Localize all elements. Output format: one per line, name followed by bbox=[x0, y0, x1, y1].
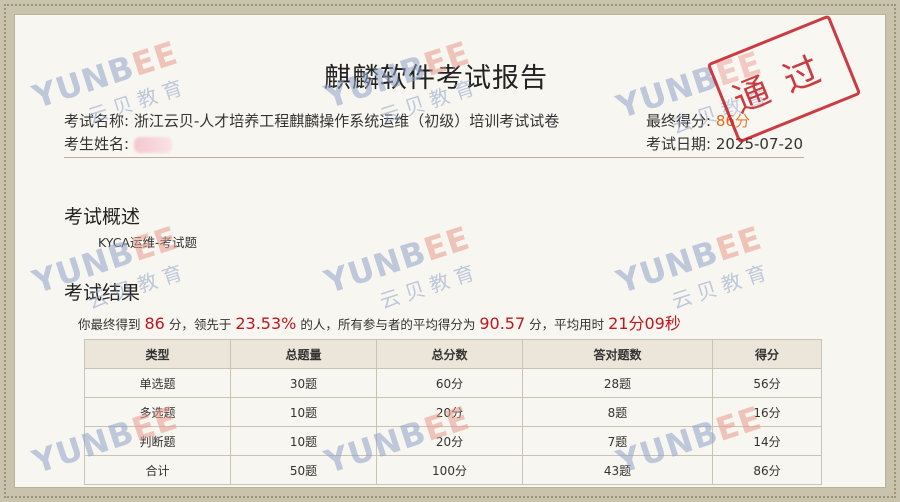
final-score-label: 最终得分: bbox=[646, 112, 712, 130]
cell: 86分 bbox=[712, 455, 822, 485]
summary-text-1: 你最终得到 bbox=[78, 317, 141, 332]
examinee-label: 考生姓名: bbox=[64, 135, 130, 153]
cell: 28题 bbox=[522, 368, 713, 398]
header-divider bbox=[64, 157, 804, 158]
col-score: 得分 bbox=[712, 339, 822, 369]
summary-score: 86 bbox=[144, 314, 165, 333]
cell: 50题 bbox=[230, 455, 377, 485]
table-row: 单选题 30题 60分 28题 56分 bbox=[84, 368, 822, 398]
cell: 合计 bbox=[84, 455, 231, 485]
cell: 20分 bbox=[376, 426, 523, 456]
table-row: 合计 50题 100分 43题 86分 bbox=[84, 455, 822, 485]
cell: 14分 bbox=[712, 426, 822, 456]
col-correct: 答对题数 bbox=[522, 339, 713, 369]
exam-date-value: 2025-07-20 bbox=[715, 135, 804, 153]
examinee-name-redacted bbox=[133, 136, 172, 153]
exam-date-label: 考试日期: bbox=[646, 135, 712, 153]
results-heading: 考试结果 bbox=[64, 282, 141, 304]
overview-item: KYCA运维-考试题 bbox=[98, 235, 197, 250]
cell: 单选题 bbox=[84, 368, 231, 398]
cell: 7题 bbox=[522, 426, 713, 456]
exam-name-value: 浙江云贝-人才培养工程麒麟操作系统运维（初级）培训考试试卷 bbox=[133, 112, 560, 130]
results-table: 类型 总题量 总分数 答对题数 得分 单选题 30题 60分 28题 56分 多… bbox=[84, 339, 822, 485]
cell: 43题 bbox=[522, 455, 713, 485]
summary-text-4: 分，平均用时 bbox=[529, 317, 605, 332]
table-row: 多选题 10题 20分 8题 16分 bbox=[84, 397, 822, 427]
overview-heading: 考试概述 bbox=[64, 206, 141, 228]
summary-text-2: 分，领先于 bbox=[168, 317, 232, 332]
cell: 30题 bbox=[230, 368, 377, 398]
summary-percent: 23.53% bbox=[235, 314, 297, 333]
cell: 100分 bbox=[376, 455, 523, 485]
exam-name-row: 考试名称: 浙江云贝-人才培养工程麒麟操作系统运维（初级）培训考试试卷 bbox=[64, 110, 559, 131]
cell: 10题 bbox=[230, 426, 377, 456]
exam-date-row: 考试日期: 2025-07-20 bbox=[646, 133, 803, 154]
summary-average: 90.57 bbox=[479, 314, 526, 333]
cell: 多选题 bbox=[84, 397, 231, 427]
table-header-row: 类型 总题量 总分数 答对题数 得分 bbox=[84, 339, 822, 369]
examinee-row: 考生姓名: bbox=[64, 133, 172, 154]
cell: 56分 bbox=[712, 368, 822, 398]
table-row: 判断题 10题 20分 7题 14分 bbox=[84, 426, 822, 456]
summary-time: 21分09秒 bbox=[608, 314, 681, 333]
cell: 8题 bbox=[522, 397, 713, 427]
summary-text-3: 的人，所有参与者的平均得分为 bbox=[300, 317, 476, 332]
cell: 20分 bbox=[376, 397, 523, 427]
cell: 10题 bbox=[230, 397, 377, 427]
exam-name-label: 考试名称: bbox=[64, 112, 130, 130]
cell: 16分 bbox=[712, 397, 822, 427]
col-total-questions: 总题量 bbox=[230, 339, 377, 369]
cell: 60分 bbox=[376, 368, 523, 398]
col-type: 类型 bbox=[84, 339, 231, 369]
col-total-points: 总分数 bbox=[376, 339, 523, 369]
results-summary: 你最终得到 86 分，领先于 23.53% 的人，所有参与者的平均得分为 90.… bbox=[78, 310, 681, 334]
cell: 判断题 bbox=[84, 426, 231, 456]
